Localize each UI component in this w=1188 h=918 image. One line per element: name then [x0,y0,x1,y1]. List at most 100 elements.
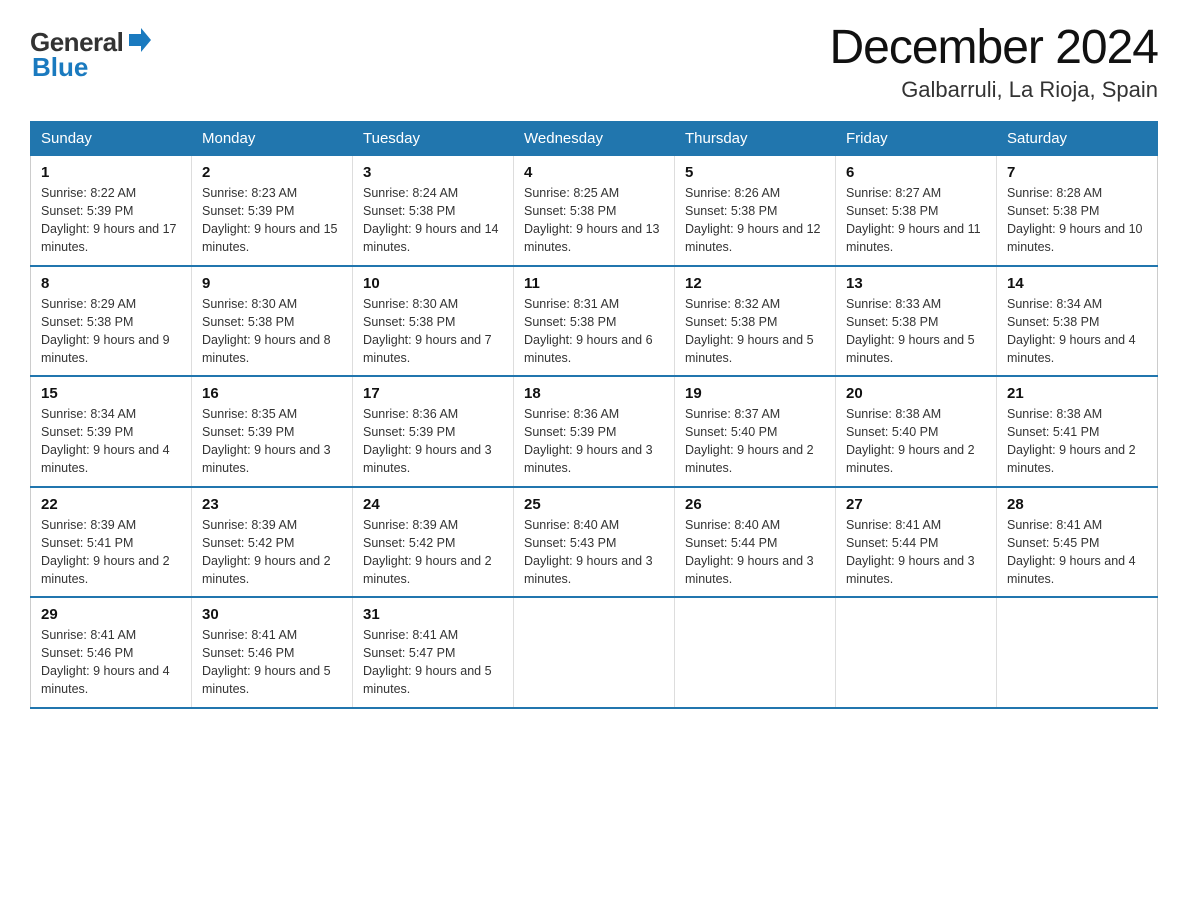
day-info: Sunrise: 8:40 AMSunset: 5:44 PMDaylight:… [685,516,825,589]
day-info: Sunrise: 8:35 AMSunset: 5:39 PMDaylight:… [202,405,342,478]
logo-arrow-icon [125,26,153,54]
calendar-cell: 24 Sunrise: 8:39 AMSunset: 5:42 PMDaylig… [353,487,514,598]
day-number: 26 [685,496,825,513]
calendar-week-row: 29 Sunrise: 8:41 AMSunset: 5:46 PMDaylig… [31,597,1158,708]
day-number: 6 [846,164,986,181]
day-info: Sunrise: 8:34 AMSunset: 5:38 PMDaylight:… [1007,295,1147,368]
day-info: Sunrise: 8:33 AMSunset: 5:38 PMDaylight:… [846,295,986,368]
day-number: 23 [202,496,342,513]
calendar-cell: 8 Sunrise: 8:29 AMSunset: 5:38 PMDayligh… [31,266,192,377]
day-number: 24 [363,496,503,513]
column-header-sunday: Sunday [31,122,192,156]
calendar-cell: 19 Sunrise: 8:37 AMSunset: 5:40 PMDaylig… [675,376,836,487]
day-number: 2 [202,164,342,181]
calendar-cell: 9 Sunrise: 8:30 AMSunset: 5:38 PMDayligh… [192,266,353,377]
day-info: Sunrise: 8:31 AMSunset: 5:38 PMDaylight:… [524,295,664,368]
day-number: 3 [363,164,503,181]
day-info: Sunrise: 8:37 AMSunset: 5:40 PMDaylight:… [685,405,825,478]
calendar-cell: 26 Sunrise: 8:40 AMSunset: 5:44 PMDaylig… [675,487,836,598]
day-info: Sunrise: 8:26 AMSunset: 5:38 PMDaylight:… [685,184,825,257]
day-info: Sunrise: 8:41 AMSunset: 5:45 PMDaylight:… [1007,516,1147,589]
day-info: Sunrise: 8:38 AMSunset: 5:40 PMDaylight:… [846,405,986,478]
day-info: Sunrise: 8:38 AMSunset: 5:41 PMDaylight:… [1007,405,1147,478]
calendar-cell: 4 Sunrise: 8:25 AMSunset: 5:38 PMDayligh… [514,156,675,266]
calendar-cell: 20 Sunrise: 8:38 AMSunset: 5:40 PMDaylig… [836,376,997,487]
day-number: 14 [1007,275,1147,292]
day-number: 30 [202,606,342,623]
day-number: 13 [846,275,986,292]
day-number: 21 [1007,385,1147,402]
day-info: Sunrise: 8:30 AMSunset: 5:38 PMDaylight:… [363,295,503,368]
day-info: Sunrise: 8:39 AMSunset: 5:42 PMDaylight:… [202,516,342,589]
calendar-cell: 10 Sunrise: 8:30 AMSunset: 5:38 PMDaylig… [353,266,514,377]
column-header-saturday: Saturday [997,122,1158,156]
day-info: Sunrise: 8:25 AMSunset: 5:38 PMDaylight:… [524,184,664,257]
calendar-cell [514,597,675,708]
day-number: 17 [363,385,503,402]
day-info: Sunrise: 8:40 AMSunset: 5:43 PMDaylight:… [524,516,664,589]
title-block: December 2024 Galbarruli, La Rioja, Spai… [829,20,1158,103]
day-info: Sunrise: 8:27 AMSunset: 5:38 PMDaylight:… [846,184,986,257]
day-number: 10 [363,275,503,292]
day-number: 31 [363,606,503,623]
day-number: 28 [1007,496,1147,513]
day-number: 22 [41,496,181,513]
calendar-cell: 31 Sunrise: 8:41 AMSunset: 5:47 PMDaylig… [353,597,514,708]
calendar-cell: 7 Sunrise: 8:28 AMSunset: 5:38 PMDayligh… [997,156,1158,266]
day-info: Sunrise: 8:41 AMSunset: 5:44 PMDaylight:… [846,516,986,589]
day-number: 15 [41,385,181,402]
calendar-cell: 15 Sunrise: 8:34 AMSunset: 5:39 PMDaylig… [31,376,192,487]
calendar-cell: 6 Sunrise: 8:27 AMSunset: 5:38 PMDayligh… [836,156,997,266]
calendar-cell: 16 Sunrise: 8:35 AMSunset: 5:39 PMDaylig… [192,376,353,487]
day-info: Sunrise: 8:32 AMSunset: 5:38 PMDaylight:… [685,295,825,368]
day-info: Sunrise: 8:41 AMSunset: 5:46 PMDaylight:… [41,626,181,699]
day-info: Sunrise: 8:29 AMSunset: 5:38 PMDaylight:… [41,295,181,368]
calendar-cell: 21 Sunrise: 8:38 AMSunset: 5:41 PMDaylig… [997,376,1158,487]
calendar-cell: 23 Sunrise: 8:39 AMSunset: 5:42 PMDaylig… [192,487,353,598]
calendar-cell: 25 Sunrise: 8:40 AMSunset: 5:43 PMDaylig… [514,487,675,598]
calendar-cell: 12 Sunrise: 8:32 AMSunset: 5:38 PMDaylig… [675,266,836,377]
calendar-cell: 1 Sunrise: 8:22 AMSunset: 5:39 PMDayligh… [31,156,192,266]
calendar-week-row: 15 Sunrise: 8:34 AMSunset: 5:39 PMDaylig… [31,376,1158,487]
day-number: 25 [524,496,664,513]
column-header-friday: Friday [836,122,997,156]
day-number: 7 [1007,164,1147,181]
day-info: Sunrise: 8:36 AMSunset: 5:39 PMDaylight:… [524,405,664,478]
calendar-cell: 27 Sunrise: 8:41 AMSunset: 5:44 PMDaylig… [836,487,997,598]
calendar-title: December 2024 [829,20,1158,75]
day-number: 1 [41,164,181,181]
day-number: 8 [41,275,181,292]
day-number: 16 [202,385,342,402]
day-info: Sunrise: 8:34 AMSunset: 5:39 PMDaylight:… [41,405,181,478]
day-number: 11 [524,275,664,292]
calendar-cell: 11 Sunrise: 8:31 AMSunset: 5:38 PMDaylig… [514,266,675,377]
calendar-cell: 30 Sunrise: 8:41 AMSunset: 5:46 PMDaylig… [192,597,353,708]
calendar-cell: 3 Sunrise: 8:24 AMSunset: 5:38 PMDayligh… [353,156,514,266]
calendar-header-row: SundayMondayTuesdayWednesdayThursdayFrid… [31,122,1158,156]
calendar-cell [675,597,836,708]
column-header-wednesday: Wednesday [514,122,675,156]
day-number: 4 [524,164,664,181]
calendar-week-row: 22 Sunrise: 8:39 AMSunset: 5:41 PMDaylig… [31,487,1158,598]
day-info: Sunrise: 8:41 AMSunset: 5:47 PMDaylight:… [363,626,503,699]
page-header: General Blue December 2024 Galbarruli, L… [30,20,1158,103]
calendar-cell: 29 Sunrise: 8:41 AMSunset: 5:46 PMDaylig… [31,597,192,708]
day-number: 9 [202,275,342,292]
calendar-cell: 2 Sunrise: 8:23 AMSunset: 5:39 PMDayligh… [192,156,353,266]
day-info: Sunrise: 8:23 AMSunset: 5:39 PMDaylight:… [202,184,342,257]
day-number: 27 [846,496,986,513]
day-info: Sunrise: 8:28 AMSunset: 5:38 PMDaylight:… [1007,184,1147,257]
day-number: 5 [685,164,825,181]
calendar-week-row: 8 Sunrise: 8:29 AMSunset: 5:38 PMDayligh… [31,266,1158,377]
day-info: Sunrise: 8:22 AMSunset: 5:39 PMDaylight:… [41,184,181,257]
calendar-cell: 28 Sunrise: 8:41 AMSunset: 5:45 PMDaylig… [997,487,1158,598]
calendar-week-row: 1 Sunrise: 8:22 AMSunset: 5:39 PMDayligh… [31,156,1158,266]
day-number: 29 [41,606,181,623]
calendar-cell: 13 Sunrise: 8:33 AMSunset: 5:38 PMDaylig… [836,266,997,377]
logo-blue-text: Blue [32,53,153,82]
calendar-cell: 18 Sunrise: 8:36 AMSunset: 5:39 PMDaylig… [514,376,675,487]
day-info: Sunrise: 8:30 AMSunset: 5:38 PMDaylight:… [202,295,342,368]
calendar-cell [836,597,997,708]
day-info: Sunrise: 8:36 AMSunset: 5:39 PMDaylight:… [363,405,503,478]
calendar-cell: 22 Sunrise: 8:39 AMSunset: 5:41 PMDaylig… [31,487,192,598]
